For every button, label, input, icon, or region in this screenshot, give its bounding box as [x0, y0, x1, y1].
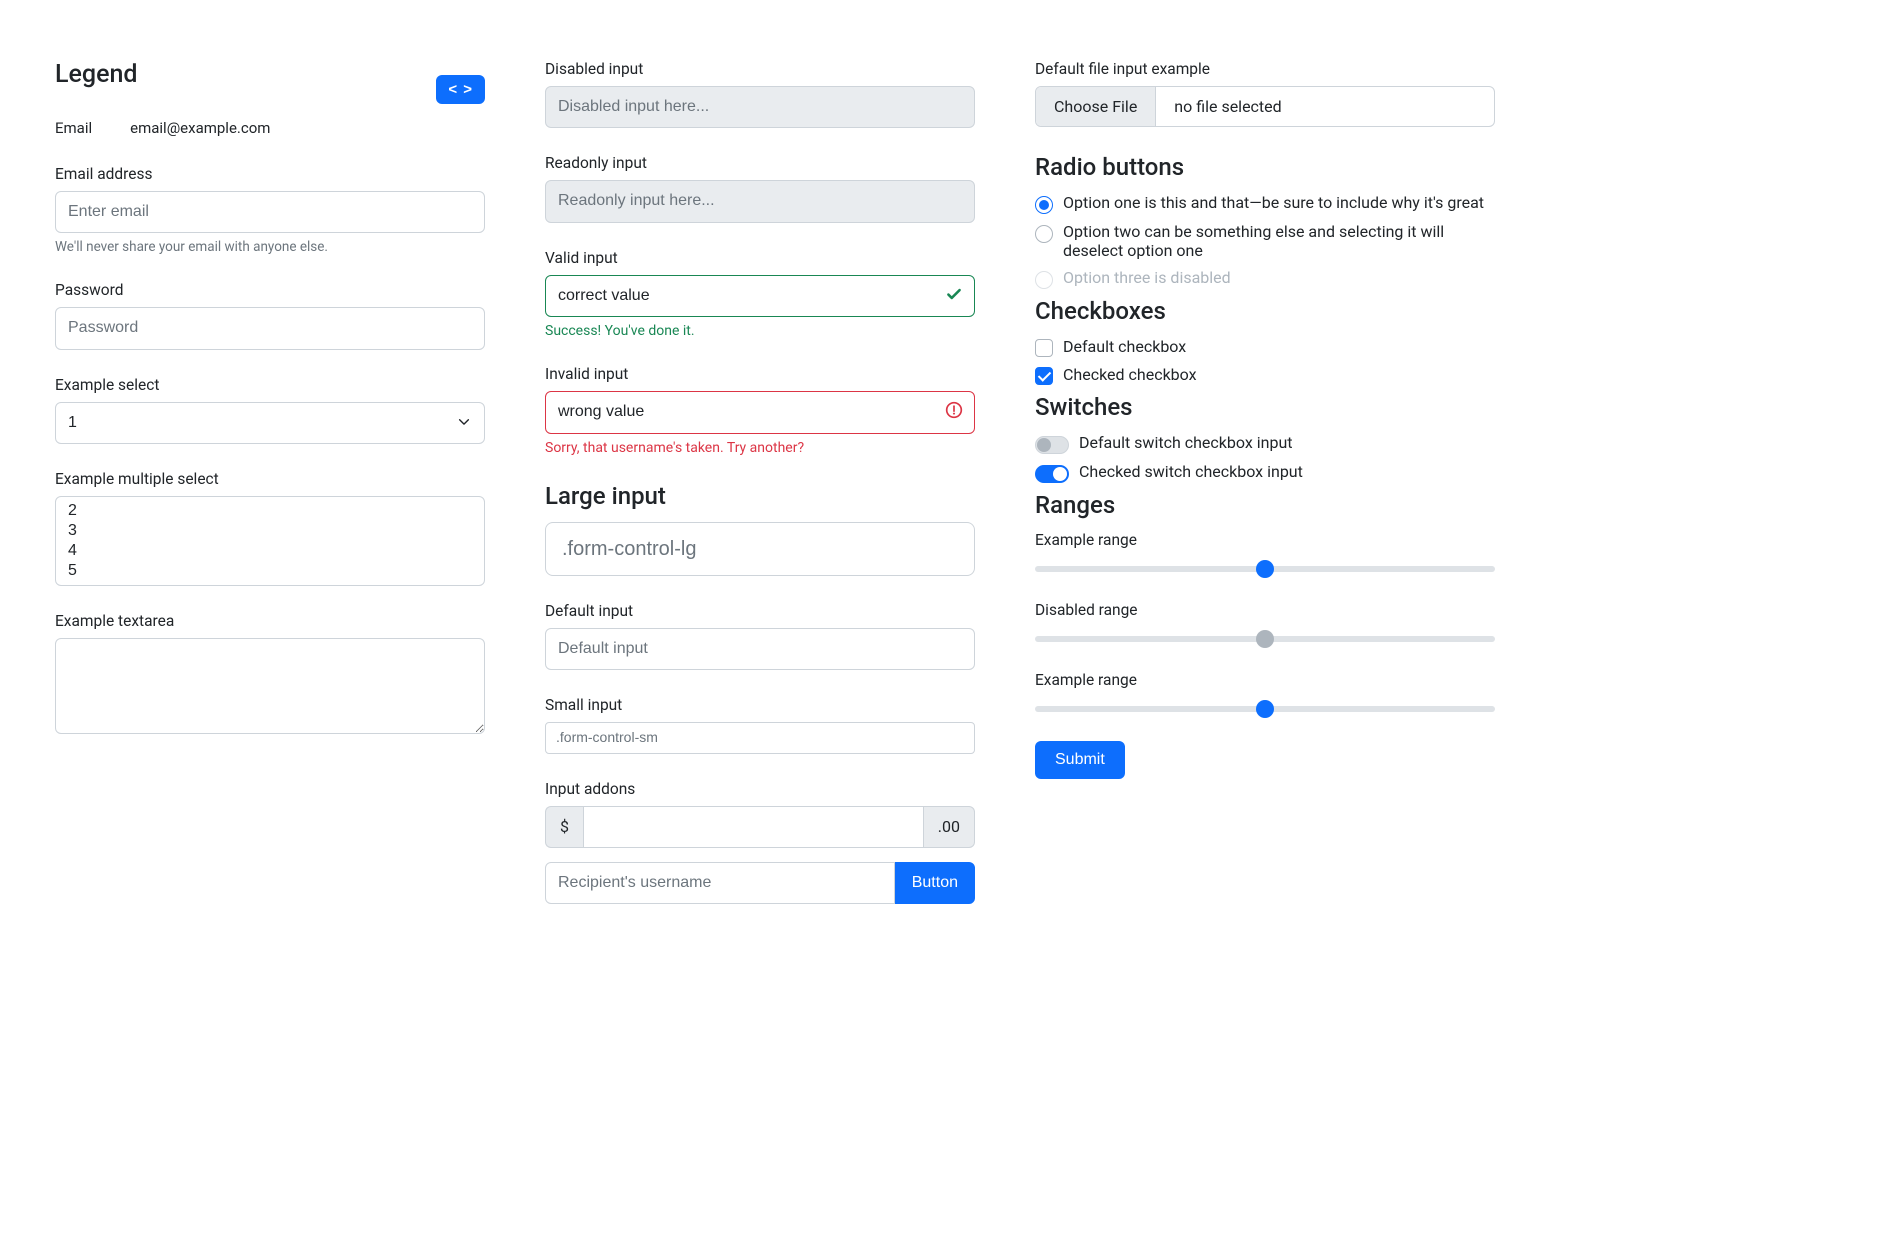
file-selected-text: no file selected: [1156, 87, 1299, 126]
switch-default-label: Default switch checkbox input: [1079, 433, 1293, 452]
checkbox-default-label: Default checkbox: [1063, 337, 1186, 356]
disabled-input: [545, 86, 975, 128]
addon-prefix: $: [545, 806, 583, 848]
addon-suffix: .00: [924, 806, 975, 848]
email-help-text: We'll never share your email with anyone…: [55, 239, 485, 255]
multiselect-label: Example multiple select: [55, 470, 485, 488]
radio-option-1-label: Option one is this and that—be sure to i…: [1063, 193, 1484, 212]
choose-file-button[interactable]: Choose File: [1036, 87, 1156, 126]
default-input-label: Default input: [545, 602, 975, 620]
range-thumb[interactable]: [1256, 700, 1274, 718]
range-3-label: Example range: [1035, 671, 1495, 689]
legend-heading: Legend: [55, 60, 137, 89]
readonly-input-label: Readonly input: [545, 154, 975, 172]
range-2-label: Disabled range: [1035, 601, 1495, 619]
disabled-input-label: Disabled input: [545, 60, 975, 78]
switch-checked[interactable]: [1035, 465, 1069, 483]
small-input-label: Small input: [545, 696, 975, 714]
range-1[interactable]: [1035, 559, 1495, 579]
range-1-label: Example range: [1035, 531, 1495, 549]
radio-option-3-label: Option three is disabled: [1063, 268, 1231, 287]
radio-option-2[interactable]: [1035, 225, 1053, 243]
range-3[interactable]: [1035, 699, 1495, 719]
select-label: Example select: [55, 376, 485, 394]
submit-button[interactable]: Submit: [1035, 741, 1125, 779]
example-textarea[interactable]: [55, 638, 485, 734]
ranges-heading: Ranges: [1035, 491, 1495, 519]
view-code-button[interactable]: < >: [436, 75, 485, 104]
switch-heading: Switches: [1035, 393, 1495, 421]
multiselect-option[interactable]: 5: [64, 561, 476, 581]
checkbox-heading: Checkboxes: [1035, 297, 1495, 325]
error-icon: [945, 401, 963, 423]
file-input[interactable]: Choose File no file selected: [1035, 86, 1495, 127]
static-email-value: email@example.com: [130, 119, 270, 137]
checkbox-default[interactable]: [1035, 339, 1053, 357]
valid-feedback: Success! You've done it.: [545, 323, 975, 339]
multiselect-option[interactable]: 2: [64, 501, 476, 521]
input-addons-label: Input addons: [545, 780, 975, 798]
large-input[interactable]: [545, 522, 975, 576]
switch-default[interactable]: [1035, 436, 1069, 454]
textarea-label: Example textarea: [55, 612, 485, 630]
checkbox-checked-label: Checked checkbox: [1063, 365, 1197, 384]
amount-input[interactable]: [583, 806, 924, 848]
default-input[interactable]: [545, 628, 975, 670]
example-select[interactable]: 1: [55, 402, 485, 444]
small-input[interactable]: [545, 722, 975, 754]
range-thumb[interactable]: [1256, 560, 1274, 578]
switch-checked-label: Checked switch checkbox input: [1079, 462, 1303, 481]
multiselect-option[interactable]: 3: [64, 521, 476, 541]
radio-option-2-label: Option two can be something else and sel…: [1063, 222, 1495, 260]
range-thumb: [1256, 630, 1274, 648]
email-address-label: Email address: [55, 165, 485, 183]
radio-heading: Radio buttons: [1035, 153, 1495, 181]
readonly-input: [545, 180, 975, 222]
password-label: Password: [55, 281, 485, 299]
radio-option-3: [1035, 271, 1053, 289]
check-icon: [945, 285, 963, 307]
invalid-input[interactable]: [545, 391, 975, 433]
email-input[interactable]: [55, 191, 485, 233]
recipient-input[interactable]: [545, 862, 895, 904]
invalid-input-label: Invalid input: [545, 365, 975, 383]
password-input[interactable]: [55, 307, 485, 349]
example-multiselect[interactable]: 2345: [55, 496, 485, 586]
radio-option-1[interactable]: [1035, 196, 1053, 214]
large-input-heading: Large input: [545, 482, 975, 510]
multiselect-option[interactable]: 4: [64, 541, 476, 561]
range-2-disabled: [1035, 629, 1495, 649]
checkbox-checked[interactable]: [1035, 367, 1053, 385]
file-input-label: Default file input example: [1035, 60, 1495, 78]
valid-input-label: Valid input: [545, 249, 975, 267]
static-email-label: Email: [55, 119, 92, 137]
append-button[interactable]: Button: [895, 862, 975, 904]
invalid-feedback: Sorry, that username's taken. Try anothe…: [545, 440, 975, 456]
valid-input[interactable]: [545, 275, 975, 317]
